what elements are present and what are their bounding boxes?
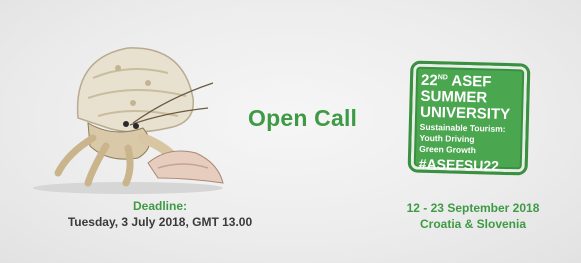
stamp-edition-number: 22 — [420, 71, 438, 90]
event-info: 12 - 23 September 2018 Croatia & Sloveni… — [378, 200, 568, 232]
stamp-edition-suffix: ND — [437, 74, 448, 82]
deadline-label: Deadline: — [132, 199, 187, 213]
deadline-value: Tuesday, 3 July 2018, GMT 13.00 — [67, 215, 253, 229]
hermit-crab-image — [33, 47, 224, 194]
asef-summer-university-stamp: 22ND ASEF SUMMER UNIVERSITY Sustainable … — [407, 60, 531, 176]
stamp-sub3: Green Growth — [419, 143, 476, 156]
deadline-block: Deadline: Tuesday, 3 July 2018, GMT 13.0… — [40, 198, 280, 230]
stamp-line-university: UNIVERSITY — [419, 103, 511, 124]
headline-open-call: Open Call — [248, 105, 358, 131]
event-dates: 12 - 23 September 2018 — [406, 201, 540, 215]
event-location: Croatia & Slovenia — [419, 217, 527, 231]
announcement-banner: Open Call Deadline: Tuesday, 3 July 2018… — [0, 0, 581, 263]
stamp-hashtag: #ASEFSU22 — [418, 155, 500, 174]
